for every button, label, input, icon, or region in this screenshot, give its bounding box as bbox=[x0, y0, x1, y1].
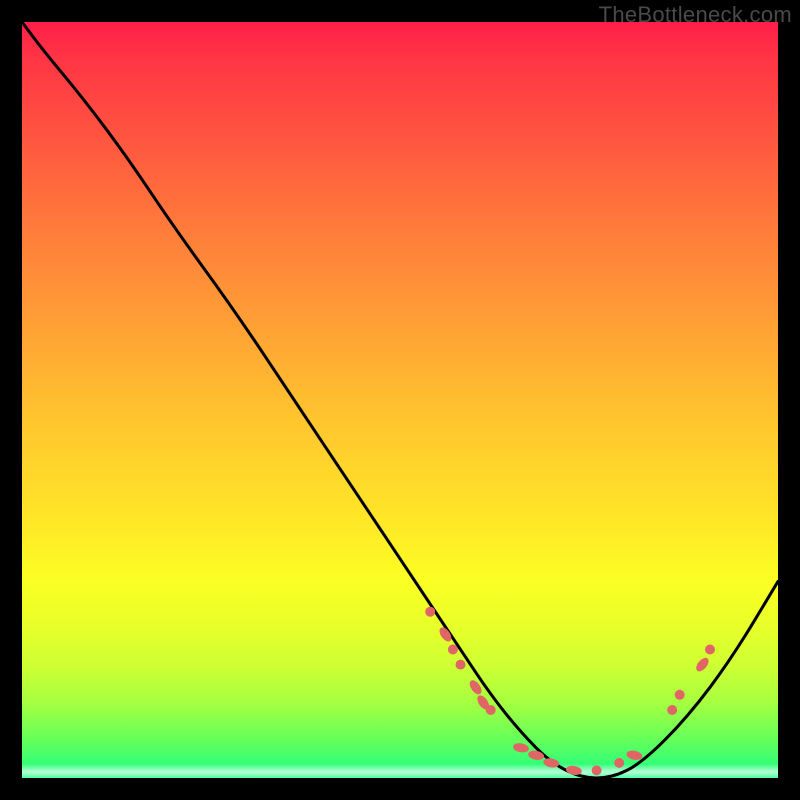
valley-mid3 bbox=[592, 765, 602, 775]
left-cluster-bottom bbox=[486, 705, 496, 715]
markers-group bbox=[425, 607, 715, 777]
valley-right2 bbox=[626, 749, 643, 761]
valley-right1 bbox=[614, 758, 624, 768]
right-cluster-c bbox=[694, 656, 711, 674]
valley-left bbox=[512, 742, 529, 754]
chart-frame: TheBottleneck.com bbox=[0, 0, 800, 800]
left-cluster-mid bbox=[448, 645, 458, 655]
chart-svg bbox=[22, 22, 778, 778]
left-cluster-mid2 bbox=[456, 660, 466, 670]
watermark-text: TheBottleneck.com bbox=[599, 2, 792, 28]
plot-area bbox=[22, 22, 778, 778]
left-cluster-top bbox=[425, 607, 435, 617]
valley-left2 bbox=[527, 749, 544, 761]
right-cluster-b bbox=[675, 690, 685, 700]
right-cluster-d bbox=[705, 645, 715, 655]
right-cluster-a bbox=[667, 705, 677, 715]
bottleneck-curve bbox=[22, 22, 778, 778]
